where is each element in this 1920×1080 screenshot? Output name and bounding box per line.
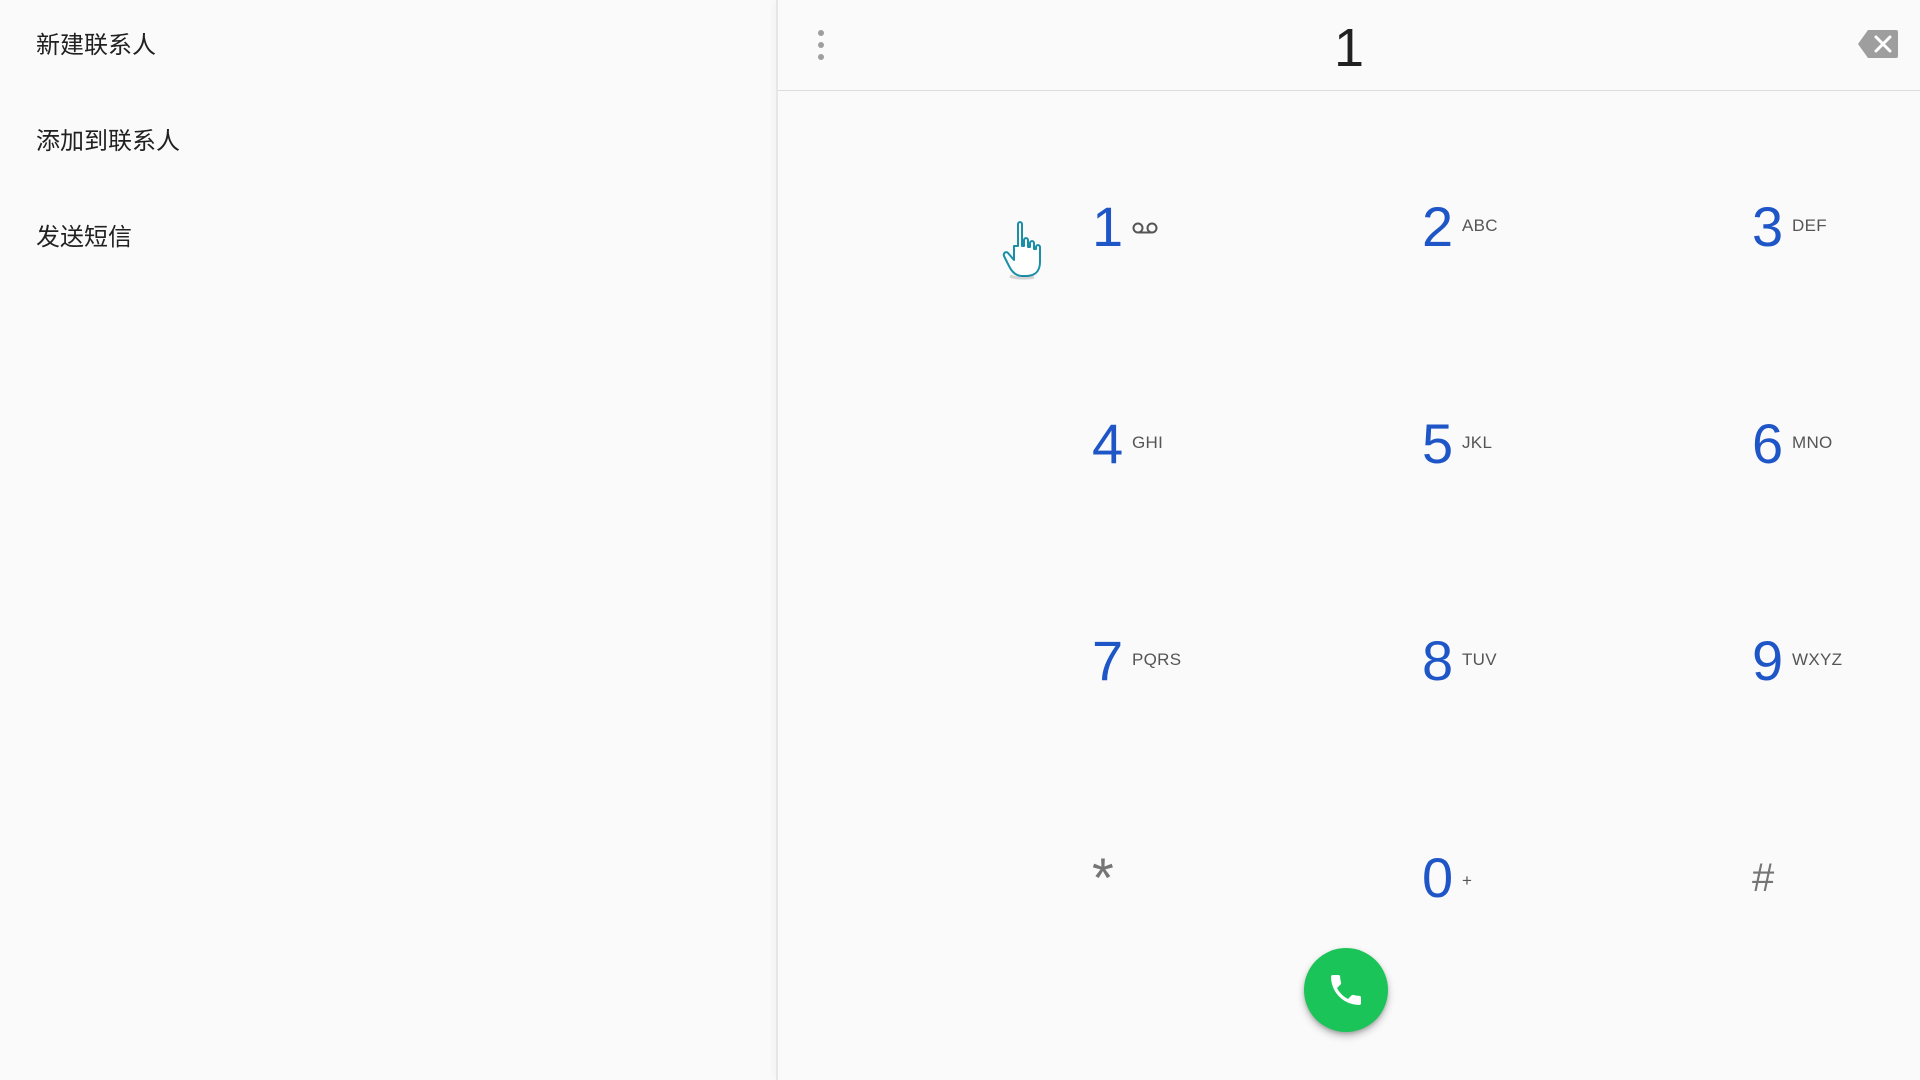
call-button[interactable] — [1304, 948, 1388, 1032]
key-letters: + — [1462, 871, 1473, 890]
dialpad-key-2[interactable]: 2 ABC — [1410, 182, 1590, 292]
key-digit: 1 — [1092, 195, 1124, 258]
dialpad-key-hash[interactable]: # — [1740, 833, 1920, 943]
key-digit: # — [1752, 856, 1775, 900]
key-digit: 9 — [1752, 629, 1784, 692]
dialpad-key-star[interactable]: * — [1080, 833, 1260, 943]
key-digit: 7 — [1092, 629, 1124, 692]
key-letters: DEF — [1792, 216, 1827, 235]
key-digit: * — [1092, 846, 1114, 909]
dialpad-key-5[interactable]: 5 JKL — [1410, 399, 1590, 509]
dialpad-key-3[interactable]: 3 DEF — [1740, 182, 1920, 292]
key-letters: ABC — [1462, 216, 1498, 235]
dialpad-keys: 1 2 ABC 3 DEF 4 GHI 5 JKL 6 MNO 7 PQRS 8… — [778, 90, 1920, 1080]
dialpad-key-7[interactable]: 7 PQRS — [1080, 616, 1260, 726]
digits-bar: 1 — [778, 0, 1920, 91]
key-digit: 5 — [1422, 412, 1454, 475]
voicemail-icon — [1132, 220, 1158, 234]
dialpad-panel: 1 1 2 ABC 3 DEF 4 GHI 5 JKL 6 MNO 7 PQRS… — [778, 0, 1920, 1080]
dialer-actions-panel: 新建联系人 添加到联系人 发送短信 — [0, 0, 776, 1080]
key-letters: GHI — [1132, 433, 1164, 452]
dialer-screen: 新建联系人 添加到联系人 发送短信 1 1 2 ABC 3 DEF 4 GHI … — [0, 0, 1920, 1080]
new-contact-item[interactable]: 新建联系人 — [36, 15, 156, 75]
dialpad-key-6[interactable]: 6 MNO — [1740, 399, 1920, 509]
key-digit: 0 — [1422, 846, 1454, 909]
key-letters: TUV — [1462, 650, 1497, 669]
key-digit: 2 — [1422, 195, 1454, 258]
entered-digits[interactable]: 1 — [778, 0, 1920, 90]
add-to-contact-item[interactable]: 添加到联系人 — [36, 111, 180, 171]
key-letters: WXYZ — [1792, 650, 1843, 669]
backspace-icon[interactable] — [1858, 30, 1898, 58]
key-letters: MNO — [1792, 433, 1833, 452]
dialpad-key-4[interactable]: 4 GHI — [1080, 399, 1260, 509]
dialpad-key-0[interactable]: 0 + — [1410, 833, 1590, 943]
send-sms-item[interactable]: 发送短信 — [36, 207, 132, 267]
key-digit: 3 — [1752, 195, 1784, 258]
key-letters: PQRS — [1132, 650, 1182, 669]
key-digit: 8 — [1422, 629, 1454, 692]
key-letters: JKL — [1462, 433, 1493, 452]
key-digit: 6 — [1752, 412, 1784, 475]
dialpad-key-8[interactable]: 8 TUV — [1410, 616, 1590, 726]
dialpad-key-1[interactable]: 1 — [1080, 182, 1260, 292]
key-digit: 4 — [1092, 412, 1124, 475]
dialpad-key-9[interactable]: 9 WXYZ — [1740, 616, 1920, 726]
